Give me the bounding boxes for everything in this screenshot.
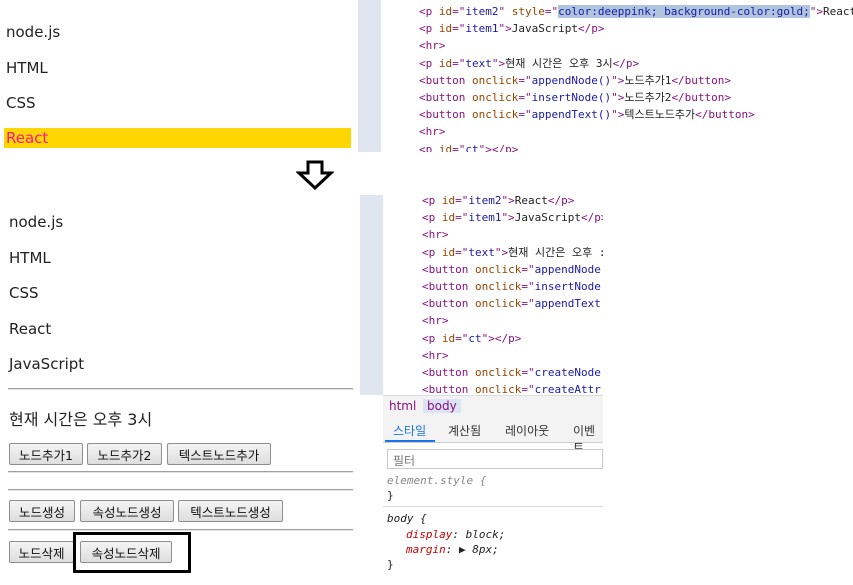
code-line[interactable]: <button onclick="appendNode()">노드추가1</bu… (419, 72, 853, 89)
code-line[interactable]: <button onclick="insertNode()">노드추가2</bu… (419, 89, 853, 106)
horizontal-rule (8, 529, 353, 531)
code-line[interactable]: <hr> (419, 123, 853, 140)
active-tab-indicator (385, 440, 435, 442)
list-item: CSS (6, 94, 36, 112)
time-text: 현재 시간은 오후 3시 (9, 410, 153, 429)
code-line[interactable]: <p id="item2" style="color:deeppink; bac… (419, 3, 853, 20)
code-line[interactable]: <p id="text">현재 시간은 오후 3시</p> (419, 55, 853, 72)
code-line[interactable]: <p id="item1">JavaScript</p> (419, 20, 853, 37)
code-line[interactable]: <hr> (422, 312, 603, 329)
list-item: JavaScript (9, 355, 85, 373)
list-item: React (9, 320, 52, 338)
tab-styles[interactable]: 스타일 (393, 422, 426, 439)
display-declaration: display: block; (406, 528, 506, 541)
browser-page-before: node.js HTML CSS React (0, 0, 358, 152)
margin-declaration: margin: ▶ 8px; (406, 543, 499, 556)
down-arrow-icon (296, 160, 334, 190)
filter-input[interactable]: 필터 (387, 449, 603, 469)
breadcrumb-body[interactable]: body (423, 399, 461, 413)
code-line[interactable]: <hr> (422, 347, 603, 364)
append-node-button[interactable]: 노드추가1 (9, 443, 83, 465)
devtools-gutter (360, 195, 383, 395)
devtools-elements-before: <p id="item2" style="color:deeppink; bac… (358, 0, 853, 152)
code-panel: <p id="item2" style="color:deeppink; bac… (419, 3, 853, 152)
prop-value: ▶ 8px; (459, 543, 499, 556)
browser-page-after: node.js HTML CSS React JavaScript 현재 시간은… (0, 195, 360, 585)
breadcrumb: html body (383, 395, 603, 417)
horizontal-rule (8, 471, 353, 473)
tab-computed[interactable]: 계산됨 (448, 422, 481, 439)
code-panel: <p id="item2">React</p> <p id="item1">Jav… (383, 195, 603, 395)
code-line[interactable]: <button onclick="createAttr()": (422, 381, 603, 395)
code-line[interactable]: <p id="ct"></p> (419, 141, 853, 152)
create-attr-button[interactable]: 속성노드생성 (80, 500, 174, 522)
create-text-node-button[interactable]: 텍스트노드생성 (178, 500, 283, 522)
code-line[interactable]: <button onclick="appendNode()": (422, 261, 603, 278)
divider (383, 506, 603, 507)
code-line[interactable]: <hr> (419, 37, 853, 54)
element-style-rule: element.style { (387, 474, 487, 487)
horizontal-rule (8, 388, 353, 390)
devtools-elements-after: <p id="item2">React</p> <p id="item1">Jav… (360, 195, 853, 585)
list-item: CSS (9, 284, 39, 302)
styled-item-react: React (4, 128, 351, 148)
prop-value: block; (465, 528, 506, 541)
code-line[interactable]: <button onclick="appendText()">텍스트노드추가</… (419, 106, 853, 123)
create-node-button[interactable]: 노드생성 (9, 500, 75, 522)
list-item: HTML (6, 59, 48, 77)
body-rule-selector: body { (387, 512, 427, 525)
code-line[interactable]: <p id="ct"></p> (422, 330, 603, 347)
list-item: node.js (9, 213, 64, 231)
code-line[interactable]: <p id="item2">React</p> (422, 195, 603, 209)
styles-tabbar: 스타일 계산됨 레이아웃 이벤트 (383, 417, 603, 455)
prop-name: margin (406, 543, 446, 556)
code-line[interactable]: <p id="text">현재 시간은 오후 : (422, 244, 603, 261)
devtools-gutter (358, 0, 381, 152)
code-line[interactable]: <p id="item1">JavaScript</p> (422, 209, 603, 226)
list-item: HTML (9, 249, 51, 267)
append-text-button[interactable]: 텍스트노드추가 (167, 443, 271, 465)
rule-close: } (387, 489, 394, 502)
remove-node-button[interactable]: 노드삭제 (9, 541, 74, 563)
code-line[interactable]: <button onclick="insertNode()": (422, 278, 603, 295)
prop-name: display (406, 528, 453, 541)
highlight-box (73, 532, 191, 573)
code-line[interactable]: <button onclick="createNode()": (422, 364, 603, 381)
list-item: node.js (6, 23, 61, 41)
tab-layout[interactable]: 레이아웃 (505, 422, 549, 439)
code-line[interactable]: <button onclick="appendText()": (422, 295, 603, 312)
insert-node-button[interactable]: 노드추가2 (87, 443, 162, 465)
breadcrumb-html[interactable]: html (389, 399, 416, 413)
code-line[interactable]: <hr> (422, 226, 603, 243)
rule-close: } (387, 558, 394, 571)
horizontal-rule (8, 489, 353, 491)
